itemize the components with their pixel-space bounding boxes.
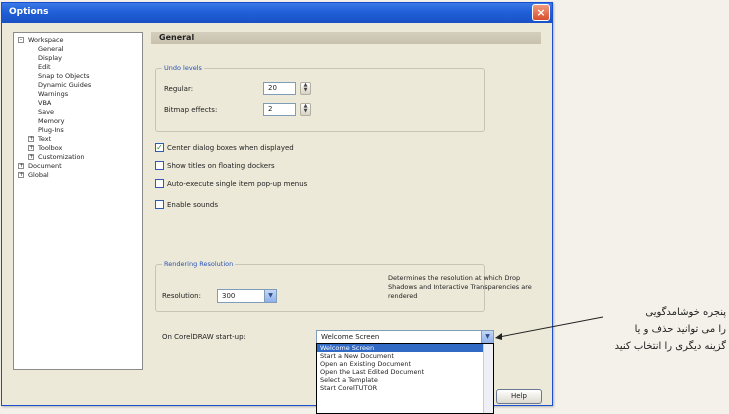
expand-icon[interactable]: + — [18, 172, 24, 178]
help-button[interactable]: Help — [496, 389, 542, 404]
tree-item-label: Snap to Objects — [38, 72, 90, 80]
tree-item[interactable]: VBA — [14, 99, 142, 108]
resolution-label: Resolution: — [162, 292, 201, 300]
chevron-down-icon[interactable]: ▼ — [264, 290, 276, 302]
dropdown-option[interactable]: Start CorelTUTOR — [317, 384, 493, 392]
chevron-down-icon[interactable]: ▼ — [481, 331, 493, 343]
tree-item-label: Save — [38, 108, 54, 116]
checkbox-checked-icon[interactable]: ✓ — [155, 143, 164, 152]
callout-annotation: پنجره خوشامدگویی را می توانید حذف و یا گ… — [568, 304, 726, 355]
bitmap-effects-label: Bitmap effects: — [164, 106, 218, 114]
resolution-select[interactable]: 300 ▼ — [217, 289, 277, 303]
tree-item[interactable]: Plug-Ins — [14, 126, 142, 135]
tree-item-label: Customization — [38, 153, 85, 161]
close-button[interactable]: × — [532, 4, 550, 21]
spin-down-icon: ▼ — [303, 87, 308, 93]
checkbox-label: Center dialog boxes when displayed — [167, 144, 294, 152]
dropdown-option[interactable]: Select a Template — [317, 376, 493, 384]
tree-item[interactable]: Warnings — [14, 90, 142, 99]
close-icon: × — [536, 6, 546, 19]
tree-item[interactable]: Dynamic Guides — [14, 81, 142, 90]
tree-item[interactable]: + Text — [14, 135, 142, 144]
dropdown-option[interactable]: Open an Existing Document — [317, 360, 493, 368]
tree-item[interactable]: Snap to Objects — [14, 72, 142, 81]
tree-item-label: Plug-Ins — [38, 126, 64, 134]
dropdown-option[interactable]: Open the Last Edited Document — [317, 368, 493, 376]
expand-icon[interactable]: + — [28, 145, 34, 151]
tree-item[interactable]: + Global — [14, 171, 142, 180]
dropdown-option[interactable]: Start a New Document — [317, 352, 493, 360]
regular-label: Regular: — [164, 85, 194, 93]
startup-select[interactable]: Welcome Screen ▼ — [316, 330, 494, 344]
checkbox-label: Enable sounds — [167, 201, 218, 209]
checkbox-icon[interactable] — [155, 161, 164, 170]
checkbox-label: Auto-execute single item pop-up menus — [167, 180, 308, 188]
tree-item[interactable]: - Workspace — [14, 36, 142, 45]
callout-line: را می توانید حذف و یا — [634, 324, 726, 335]
tree-item-label: Dynamic Guides — [38, 81, 92, 89]
tree-item[interactable]: Edit — [14, 63, 142, 72]
tree-item[interactable]: + Document — [14, 162, 142, 171]
expand-icon[interactable]: + — [28, 154, 34, 160]
resolution-value: 300 — [222, 292, 236, 300]
spin-down-icon: ▼ — [303, 108, 308, 114]
expand-icon[interactable]: + — [28, 136, 34, 142]
startup-value: Welcome Screen — [321, 333, 380, 341]
tree-item[interactable]: + Customization — [14, 153, 142, 162]
tree-item-label: Edit — [38, 63, 51, 71]
bitmap-effects-input[interactable]: 2 — [263, 103, 296, 116]
tree-item[interactable]: Memory — [14, 117, 142, 126]
expand-icon[interactable]: + — [18, 163, 24, 169]
window-title: Options — [9, 7, 49, 17]
tree-item-label: Memory — [38, 117, 65, 125]
tree-item-label: Document — [28, 162, 62, 170]
options-tree[interactable]: - Workspace General Display Edit Snap to Obje… — [13, 32, 143, 370]
tree-item-label: VBA — [38, 99, 52, 107]
title-bar[interactable]: Options × — [2, 3, 552, 23]
callout-line: پنجره خوشامدگویی — [645, 307, 726, 318]
tree-item-label: Workspace — [28, 36, 64, 44]
startup-label: On CorelDRAW start-up: — [162, 333, 246, 341]
tree-item-label: Warnings — [38, 90, 69, 98]
undo-levels-group: Undo levels — [155, 64, 485, 132]
tree-item[interactable]: Save — [14, 108, 142, 117]
bitmap-effects-spinner[interactable]: ▲ ▼ — [300, 103, 311, 116]
tree-item-label: Display — [38, 54, 62, 62]
undo-group-label: Undo levels — [162, 64, 204, 72]
tree-item-label: Text — [38, 135, 52, 143]
checkbox-icon[interactable] — [155, 200, 164, 209]
dropdown-scrollbar[interactable] — [483, 344, 493, 413]
dropdown-option[interactable]: Welcome Screen — [317, 344, 493, 352]
resolution-description: Determines the resolution at which Drop … — [388, 274, 532, 300]
callout-line: گزینه دیگری را انتخاب کنید — [614, 341, 726, 352]
regular-input[interactable]: 20 — [263, 82, 296, 95]
tree-item-label: Toolbox — [38, 144, 63, 152]
render-group-label: Rendering Resolution — [162, 260, 236, 268]
collapse-icon[interactable]: - — [18, 37, 24, 43]
tree-item-label: General — [38, 45, 64, 53]
tree-item[interactable]: Display — [14, 54, 142, 63]
panel-title: General — [151, 32, 541, 44]
regular-spinner[interactable]: ▲ ▼ — [300, 82, 311, 95]
checkbox-icon[interactable] — [155, 179, 164, 188]
tree-item[interactable]: General — [14, 45, 142, 54]
tree-item[interactable]: + Toolbox — [14, 144, 142, 153]
tree-item-label: Global — [28, 171, 49, 179]
checkbox-label: Show titles on floating dockers — [167, 162, 275, 170]
startup-dropdown-list[interactable]: Welcome Screen Start a New Document Open a… — [316, 343, 494, 414]
